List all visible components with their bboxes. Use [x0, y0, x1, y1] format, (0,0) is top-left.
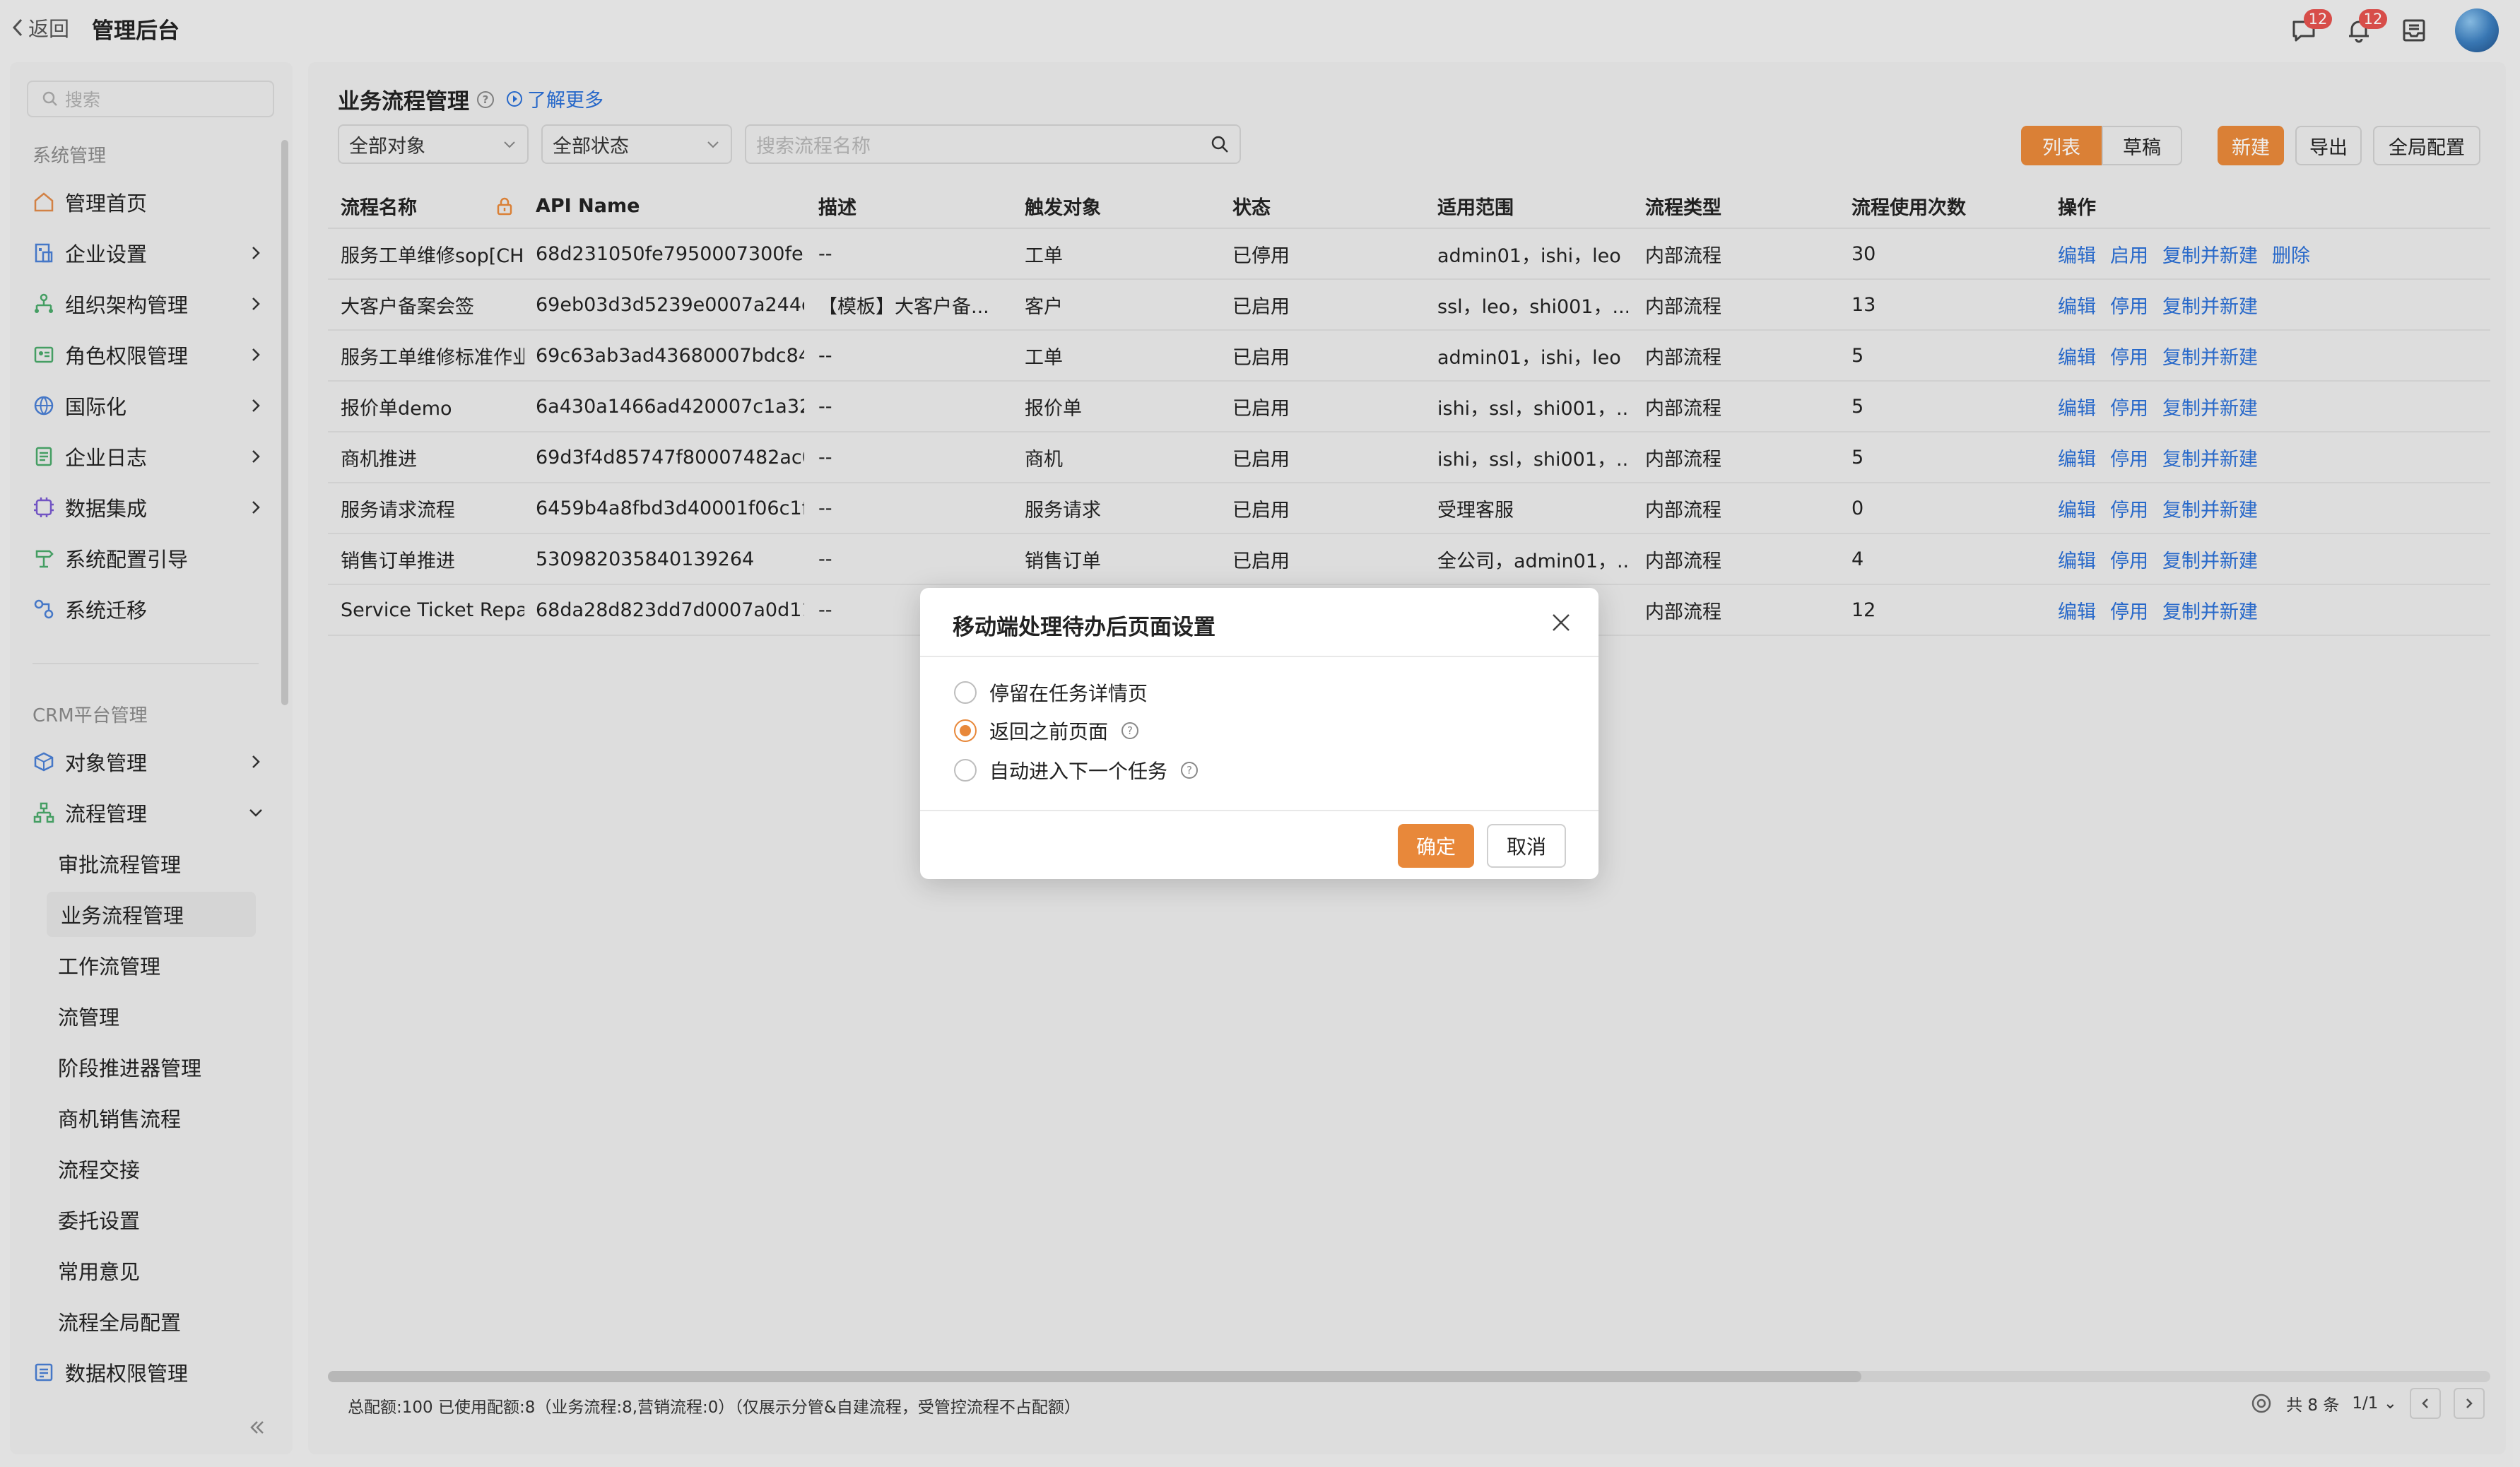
- svg-text:?: ?: [1187, 764, 1192, 777]
- option-stay-detail[interactable]: 停留在任务详情页: [954, 678, 1148, 707]
- radio-return-previous[interactable]: [954, 719, 977, 742]
- dialog-title: 移动端处理待办后页面设置: [953, 615, 1215, 640]
- radio-next-task[interactable]: [954, 759, 977, 782]
- cancel-button[interactable]: 取消: [1487, 824, 1566, 868]
- help-icon[interactable]: ?: [1121, 721, 1139, 740]
- option-next-task[interactable]: 自动进入下一个任务 ?: [954, 756, 1199, 784]
- mobile-page-setting-dialog: 移动端处理待办后页面设置 停留在任务详情页 返回之前页面 ? 自动进入下一个任务…: [920, 588, 1598, 879]
- dialog-footer: 确定 取消: [920, 810, 1598, 879]
- dialog-header: 移动端处理待办后页面设置: [920, 588, 1598, 657]
- option-label: 自动进入下一个任务: [989, 760, 1168, 783]
- option-label: 停留在任务详情页: [989, 682, 1148, 705]
- svg-text:?: ?: [1127, 724, 1133, 737]
- option-label: 返回之前页面: [989, 720, 1109, 743]
- option-return-previous[interactable]: 返回之前页面 ?: [954, 717, 1139, 745]
- confirm-button[interactable]: 确定: [1398, 824, 1474, 868]
- help-icon[interactable]: ?: [1180, 761, 1199, 779]
- close-icon[interactable]: [1549, 611, 1573, 635]
- radio-stay-detail[interactable]: [954, 681, 977, 704]
